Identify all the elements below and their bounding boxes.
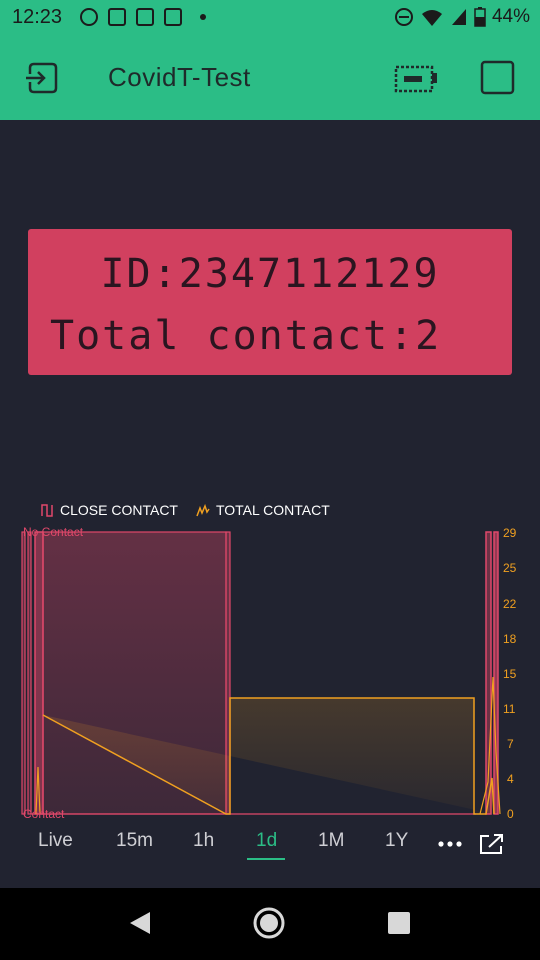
home-icon[interactable] xyxy=(252,906,286,940)
right-axis-tick: 11 xyxy=(503,702,516,716)
page-title: CovidT-Test xyxy=(108,62,251,92)
status-bar: 12:23 44% xyxy=(0,0,540,36)
range-live[interactable]: Live xyxy=(38,830,73,852)
app-icon xyxy=(108,8,126,26)
lcd-display: ID:2347112129 Total contact:2 xyxy=(28,229,512,375)
right-axis-tick: 25 xyxy=(503,561,517,575)
notification-icons xyxy=(80,8,206,26)
right-axis-tick: 18 xyxy=(503,632,517,646)
right-axis-tick: 0 xyxy=(507,807,514,821)
right-axis-tick: 22 xyxy=(503,597,517,611)
left-axis-label-bottom: Contact xyxy=(23,807,65,821)
signal-icon xyxy=(451,9,466,25)
status-right: 44% xyxy=(394,6,530,28)
left-axis-label-top: No Contact xyxy=(23,525,84,539)
line-series-icon xyxy=(196,503,210,517)
exit-icon[interactable] xyxy=(22,58,62,98)
active-range-indicator xyxy=(247,858,285,860)
time-range-bar: Live 15m 1h 1d 1M 1Y xyxy=(0,822,540,872)
right-axis-tick: 29 xyxy=(503,526,517,540)
battery-icon xyxy=(474,7,486,27)
recents-icon[interactable] xyxy=(387,911,411,935)
right-axis-tick: 4 xyxy=(507,772,514,786)
system-nav-bar xyxy=(0,888,540,960)
app-bar: CovidT-Test xyxy=(0,36,540,120)
battery-percent: 44% xyxy=(491,6,530,27)
range-1h[interactable]: 1h xyxy=(193,830,214,852)
legend-item-total-contact[interactable]: TOTAL CONTACT xyxy=(196,502,330,518)
legend-item-close-contact[interactable]: CLOSE CONTACT xyxy=(40,502,178,518)
legend-label: CLOSE CONTACT xyxy=(60,502,178,518)
chart-legend: CLOSE CONTACT TOTAL CONTACT xyxy=(40,502,330,518)
lcd-line-2: Total contact:2 xyxy=(50,313,442,359)
legend-label: TOTAL CONTACT xyxy=(215,502,330,518)
range-1m[interactable]: 1M xyxy=(318,830,344,852)
fullscreen-icon[interactable] xyxy=(479,832,505,856)
status-time: 12:23 xyxy=(12,6,63,28)
app-icon xyxy=(136,8,154,26)
range-1d[interactable]: 1d xyxy=(256,830,277,852)
range-1y[interactable]: 1Y xyxy=(385,830,408,852)
stop-icon[interactable] xyxy=(480,60,516,96)
right-axis-tick: 7 xyxy=(507,737,514,751)
wifi-icon xyxy=(421,10,442,26)
right-axis-tick: 15 xyxy=(503,667,517,681)
more-icon[interactable] xyxy=(438,840,462,848)
messenger-icon xyxy=(80,8,98,26)
step-series-icon xyxy=(41,504,53,517)
device-icon[interactable] xyxy=(394,64,438,94)
range-15m[interactable]: 15m xyxy=(116,830,153,852)
dot-icon xyxy=(200,14,206,20)
superchart[interactable]: No Contact Contact 29 25 22 18 15 11 7 4… xyxy=(0,522,540,824)
lcd-line-1: ID:2347112129 xyxy=(100,251,440,297)
back-icon[interactable] xyxy=(128,910,152,936)
app-icon xyxy=(164,8,182,26)
dnd-icon xyxy=(394,8,413,26)
